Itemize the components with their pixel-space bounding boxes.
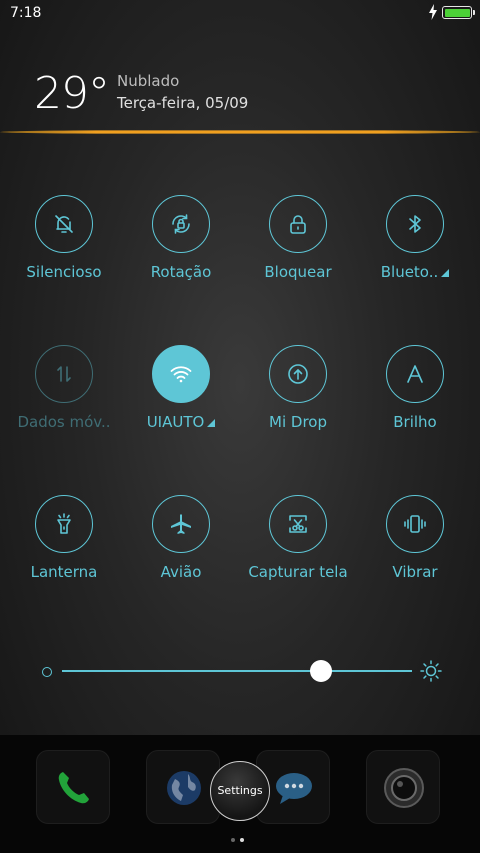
brightness-low-icon — [42, 667, 52, 677]
flashlight-icon — [35, 495, 93, 553]
expand-caret-icon — [441, 269, 450, 277]
temperature: 29° — [34, 68, 110, 119]
brightness-track[interactable] — [62, 670, 412, 672]
toggle-label: Avião — [160, 563, 202, 581]
toggle-label: Silencioso — [26, 263, 102, 281]
toggle-silent[interactable]: Silencioso — [5, 195, 123, 315]
toggle-label: UIAUTO — [122, 413, 240, 431]
browser-icon — [167, 771, 201, 805]
rotation-lock-icon — [152, 195, 210, 253]
toggle-airplane[interactable]: Avião — [122, 495, 240, 615]
page-dot-active — [240, 838, 244, 842]
charging-icon — [429, 4, 437, 20]
toggle-label: Brilho — [393, 413, 437, 431]
toggle-bluetooth[interactable]: Blueto.. — [356, 195, 474, 315]
toggle-lock[interactable]: Bloquear — [239, 195, 357, 315]
toggle-label: Mi Drop — [269, 413, 327, 431]
page-dot — [231, 838, 235, 842]
page-indicator — [231, 827, 249, 846]
toggle-label: Vibrar — [392, 563, 438, 581]
toggle-label: Bloquear — [264, 263, 332, 281]
toggle-wifi[interactable]: UIAUTO — [122, 345, 240, 465]
mi-drop-icon — [269, 345, 327, 403]
bluetooth-icon — [386, 195, 444, 253]
toggle-rotation[interactable]: Rotação — [122, 195, 240, 315]
camera-app[interactable] — [366, 750, 440, 824]
camera-icon — [384, 768, 424, 808]
phone-app[interactable] — [36, 750, 110, 824]
toggle-mi-drop[interactable]: Mi Drop — [239, 345, 357, 465]
mobile-data-icon — [35, 345, 93, 403]
battery-icon — [442, 6, 475, 19]
wifi-icon — [152, 345, 210, 403]
toggle-brightness[interactable]: Brilho — [356, 345, 474, 465]
toggle-vibrate[interactable]: Vibrar — [356, 495, 474, 615]
bell-off-icon — [35, 195, 93, 253]
screenshot-icon — [269, 495, 327, 553]
weather-condition: Nublado — [117, 72, 180, 90]
header-divider — [0, 130, 480, 134]
app-dock: Settings — [0, 735, 480, 853]
toggle-label: Capturar tela — [248, 563, 348, 581]
airplane-icon — [152, 495, 210, 553]
browser-app[interactable] — [146, 750, 220, 824]
toggle-screenshot[interactable]: Capturar tela — [239, 495, 357, 615]
toggle-label: Blueto.. — [356, 263, 474, 281]
toggle-label: Dados móv.. — [17, 413, 111, 431]
toggle-label: Rotação — [150, 263, 212, 281]
clock: 7:18 — [10, 5, 42, 21]
brightness-slider[interactable] — [42, 660, 442, 682]
status-bar: 7:18 — [0, 0, 480, 28]
weather-widget[interactable]: 29° Nublado Terça-feira, 05/09 — [0, 60, 480, 140]
date-label: Terça-feira, 05/09 — [117, 94, 249, 112]
auto-brightness-icon — [386, 345, 444, 403]
toggle-flashlight[interactable]: Lanterna — [5, 495, 123, 615]
vibrate-icon — [386, 495, 444, 553]
phone-icon — [58, 772, 89, 804]
settings-bubble[interactable]: Settings — [210, 761, 270, 821]
messages-icon — [276, 773, 312, 804]
toggle-label: Lanterna — [30, 563, 98, 581]
lock-icon — [269, 195, 327, 253]
expand-caret-icon — [207, 419, 216, 427]
brightness-thumb[interactable] — [310, 660, 332, 682]
brightness-high-icon — [420, 660, 442, 682]
toggle-mobile-data[interactable]: Dados móv.. — [5, 345, 123, 465]
